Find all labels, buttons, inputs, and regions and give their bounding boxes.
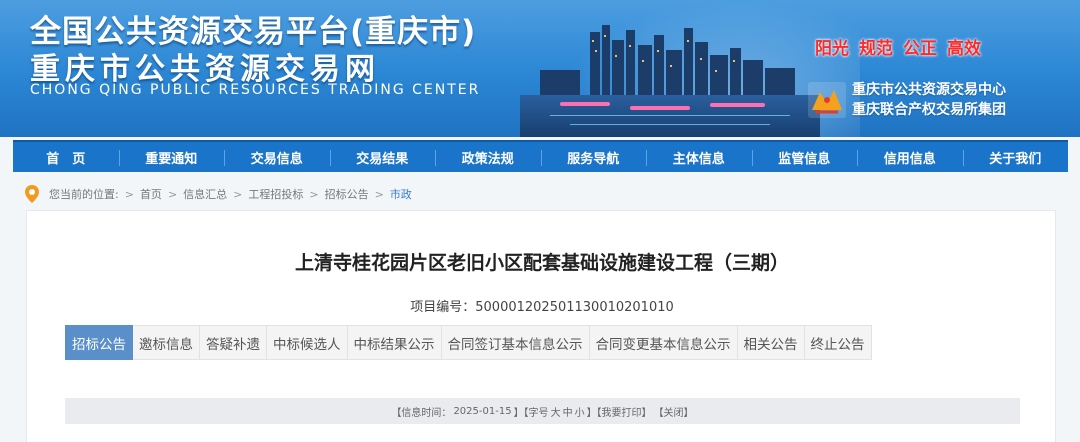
org-logo-icon (808, 82, 846, 118)
org-name-center: 重庆市公共资源交易中心 (852, 82, 1006, 98)
tab-clarification[interactable]: 答疑补遗 (200, 325, 267, 360)
info-bar: 【信息时间： 2025-01-15 】【字号 大 中 小】【我要打印】 【关闭】 (65, 398, 1020, 424)
site-title-english: CHONG QING PUBLIC RESOURCES TRADING CENT… (30, 82, 481, 98)
org-name-group: 重庆联合产权交易所集团 (852, 102, 1006, 118)
breadcrumb-current[interactable]: 市政 (390, 186, 412, 202)
org-names: 重庆市公共资源交易中心 重庆联合产权交易所集团 (852, 80, 1006, 120)
nav-item-home[interactable]: 首 页 (13, 142, 119, 172)
main-nav: 首 页 重要通知 交易信息 交易结果 政策法规 服务导航 主体信息 监管信息 信… (13, 140, 1068, 172)
info-time-value: 2025-01-15 (453, 405, 512, 417)
breadcrumb-link-tender-notice[interactable]: 招标公告 (325, 186, 369, 202)
breadcrumb-prefix: 您当前的位置: (49, 188, 119, 201)
breadcrumb-separator: > (309, 187, 319, 201)
breadcrumb-link-engineering[interactable]: 工程招投标 (248, 186, 303, 202)
breadcrumb-link-summary[interactable]: 信息汇总 (183, 186, 227, 202)
breadcrumb-separator: > (167, 187, 178, 201)
nav-item-credit[interactable]: 信用信息 (857, 142, 963, 172)
nav-item-policies[interactable]: 政策法规 (435, 142, 541, 172)
slogan-text: 公正 (903, 39, 937, 59)
breadcrumb-separator: > (124, 187, 134, 201)
info-time-label: 【信息时间： (391, 407, 452, 419)
nav-item-about[interactable]: 关于我们 (962, 142, 1069, 172)
tab-winning-candidates[interactable]: 中标候选人 (267, 325, 348, 360)
breadcrumb: 您当前的位置: > 首页 > 信息汇总 > 工程招投标 > 招标公告 > 市政 (25, 184, 412, 204)
tab-winning-result[interactable]: 中标结果公示 (347, 325, 442, 360)
slogan-group: 阳光 规范 公正 高效 (815, 34, 981, 59)
nav-item-entity-info[interactable]: 主体信息 (646, 142, 752, 172)
tab-termination-notice[interactable]: 终止公告 (804, 325, 872, 360)
tab-contract-change[interactable]: 合同变更基本信息公示 (589, 325, 738, 360)
font-size-medium-button[interactable]: 中 (563, 404, 573, 419)
tab-invitation-info[interactable]: 邀标信息 (133, 325, 200, 360)
font-size-large-button[interactable]: 大 (551, 404, 561, 419)
project-number-value: 500001202501130010201010 (475, 300, 674, 315)
nav-item-service-guide[interactable]: 服务导航 (540, 142, 647, 172)
header-banner: 全国公共资源交易平台(重庆市) 重庆市公共资源交易网 CHONG QING PU… (0, 0, 1080, 137)
close-button[interactable]: 【关闭】 (654, 404, 694, 419)
slogan-text: 阳光 (815, 39, 849, 59)
breadcrumb-separator: > (374, 187, 384, 201)
tab-tender-notice[interactable]: 招标公告 (65, 325, 133, 360)
nav-item-notices[interactable]: 重要通知 (118, 142, 225, 172)
tab-contract-signing[interactable]: 合同签订基本信息公示 (441, 325, 590, 360)
breadcrumb-separator: > (233, 187, 243, 201)
breadcrumb-link-home[interactable]: 首页 (140, 186, 162, 202)
nav-item-trading-info[interactable]: 交易信息 (224, 142, 330, 172)
nav-item-supervision[interactable]: 监管信息 (751, 142, 858, 172)
city-skyline-image (520, 25, 820, 137)
print-button[interactable]: 】【我要打印】 (587, 404, 652, 419)
tab-related-notices[interactable]: 相关公告 (737, 325, 805, 360)
slogan-text: 规范 (859, 39, 893, 59)
project-number-label: 项目编号： (410, 300, 476, 315)
content-panel: 上清寺桂花园片区老旧小区配套基础设施建设工程（三期） 项目编号：50000120… (26, 210, 1056, 442)
project-number: 项目编号：500001202501130010201010 (27, 296, 1057, 315)
page-title: 上清寺桂花园片区老旧小区配套基础设施建设工程（三期） (294, 252, 789, 274)
font-size-label: 】【字号 (513, 407, 549, 419)
slogan-text: 高效 (947, 39, 981, 59)
location-pin-icon (25, 185, 39, 203)
font-size-small-button[interactable]: 小 (575, 404, 585, 419)
nav-item-trading-results[interactable]: 交易结果 (329, 142, 436, 172)
notice-tabs: 招标公告 邀标信息 答疑补遗 中标候选人 中标结果公示 合同签订基本信息公示 合… (65, 325, 872, 360)
